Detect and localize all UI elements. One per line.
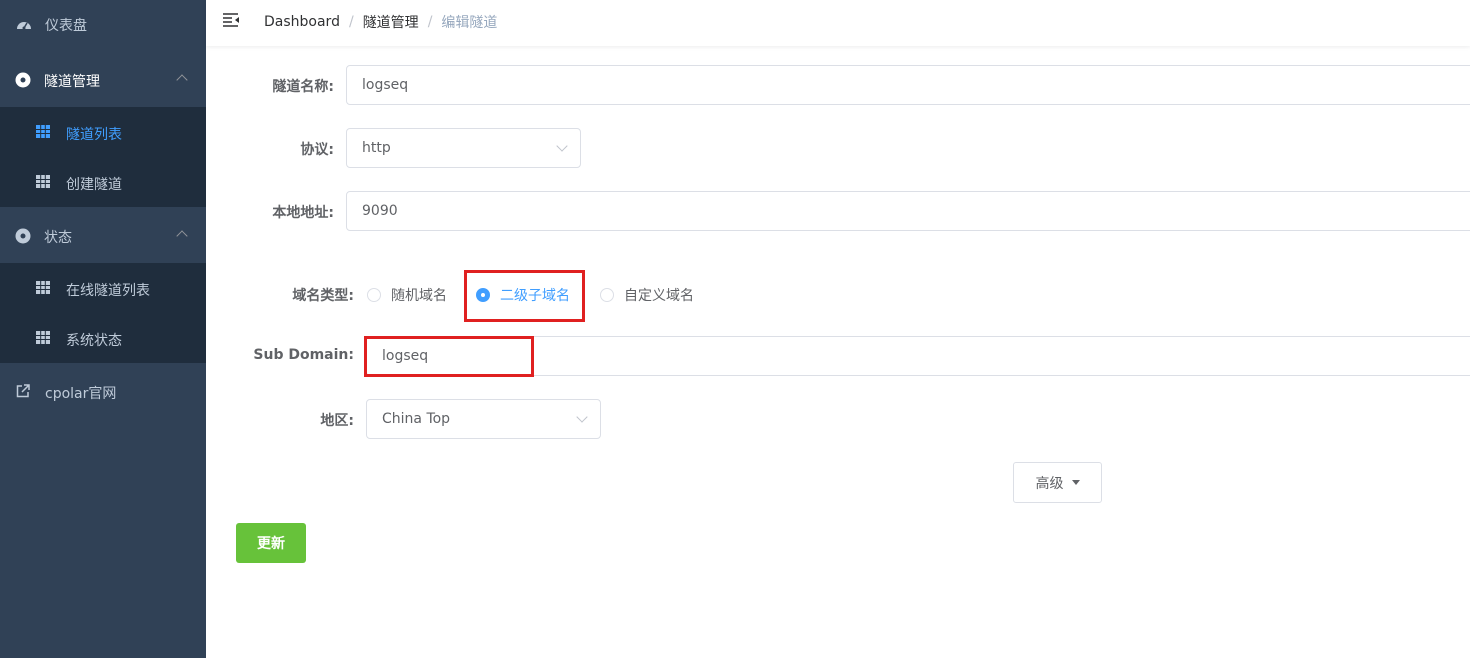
sidebar: 仪表盘 隧道管理 隧道列表 创建隧道 状态 在线隧道列表 系统状态 cpolar… (0, 0, 206, 658)
radio-circle (367, 288, 381, 302)
sidebar-item-label: cpolar官网 (45, 386, 117, 402)
breadcrumb-separator: / (348, 14, 354, 30)
radio-label: 自定义域名 (624, 288, 694, 304)
hamburger-icon[interactable] (222, 12, 240, 28)
sidebar-item-status[interactable]: 状态 (0, 210, 206, 260)
submenu-tunnels: 隧道列表 创建隧道 (0, 107, 206, 207)
radio-circle (600, 288, 614, 302)
sidebar-item-label: 仪表盘 (45, 18, 87, 34)
breadcrumb-item-edit-tunnel: 编辑隧道 (441, 15, 498, 31)
sidebar-item-website[interactable]: cpolar官网 (0, 366, 206, 416)
sidebar-item-create-tunnel[interactable]: 创建隧道 (0, 157, 206, 207)
sidebar-item-label: 创建隧道 (66, 177, 122, 193)
highlight-box (364, 336, 534, 377)
chevron-down-icon (576, 411, 588, 423)
sidebar-item-label: 隧道列表 (66, 127, 122, 143)
breadcrumb: Dashboard / 隧道管理 / 编辑隧道 (264, 12, 497, 32)
tunnel-name-value: logseq (362, 77, 409, 93)
sidebar-item-online-tunnels[interactable]: 在线隧道列表 (0, 263, 206, 313)
sidebar-item-label: 状态 (44, 230, 72, 246)
breadcrumb-separator: / (427, 14, 433, 30)
dashboard-icon (16, 17, 32, 33)
sidebar-item-tunnel-list[interactable]: 隧道列表 (0, 107, 206, 157)
table-icon (36, 175, 50, 188)
advanced-button[interactable]: 高级 (1013, 462, 1102, 503)
caret-down-icon (1071, 480, 1080, 485)
subdomain-label: Sub Domain: (253, 347, 354, 363)
update-label: 更新 (257, 536, 285, 552)
sidebar-item-tunnel-management[interactable]: 隧道管理 (0, 54, 206, 104)
domain-type-label: 域名类型: (292, 288, 354, 304)
radio-custom-domain[interactable]: 自定义域名 (600, 285, 694, 305)
circle-icon (15, 72, 31, 88)
advanced-label: 高级 (1035, 475, 1064, 492)
protocol-label: 协议: (300, 142, 334, 158)
radio-random-domain[interactable]: 随机域名 (367, 285, 447, 305)
table-icon (36, 125, 50, 138)
tunnel-name-input[interactable]: logseq (346, 65, 1470, 105)
submenu-status: 在线隧道列表 系统状态 (0, 263, 206, 363)
sidebar-item-label: 系统状态 (66, 333, 122, 349)
sidebar-item-label: 在线隧道列表 (66, 283, 150, 299)
update-button[interactable]: 更新 (236, 523, 306, 563)
chevron-up-icon (176, 230, 188, 242)
circle-icon (15, 228, 31, 244)
highlight-box (464, 270, 585, 322)
breadcrumb-item-tunnel-management[interactable]: 隧道管理 (363, 12, 419, 32)
tunnel-name-label: 隧道名称: (272, 79, 334, 95)
sidebar-item-label: 隧道管理 (44, 74, 100, 90)
top-navbar: Dashboard / 隧道管理 / 编辑隧道 (206, 0, 1470, 46)
external-link-icon (16, 384, 30, 398)
region-select[interactable]: China Top (366, 399, 601, 439)
region-label: 地区: (320, 413, 354, 429)
chevron-down-icon (556, 140, 568, 152)
protocol-value: http (362, 140, 391, 156)
chevron-up-icon (176, 74, 188, 86)
sidebar-item-system-status[interactable]: 系统状态 (0, 313, 206, 363)
radio-label: 随机域名 (391, 288, 447, 304)
table-icon (36, 331, 50, 344)
table-icon (36, 281, 50, 294)
sidebar-item-dashboard[interactable]: 仪表盘 (0, 0, 206, 50)
local-address-value: 9090 (362, 203, 398, 219)
local-address-input[interactable]: 9090 (346, 191, 1470, 231)
local-address-label: 本地地址: (272, 205, 334, 221)
region-value: China Top (382, 411, 451, 427)
protocol-select[interactable]: http (346, 128, 581, 168)
breadcrumb-item-dashboard[interactable]: Dashboard (264, 14, 340, 30)
